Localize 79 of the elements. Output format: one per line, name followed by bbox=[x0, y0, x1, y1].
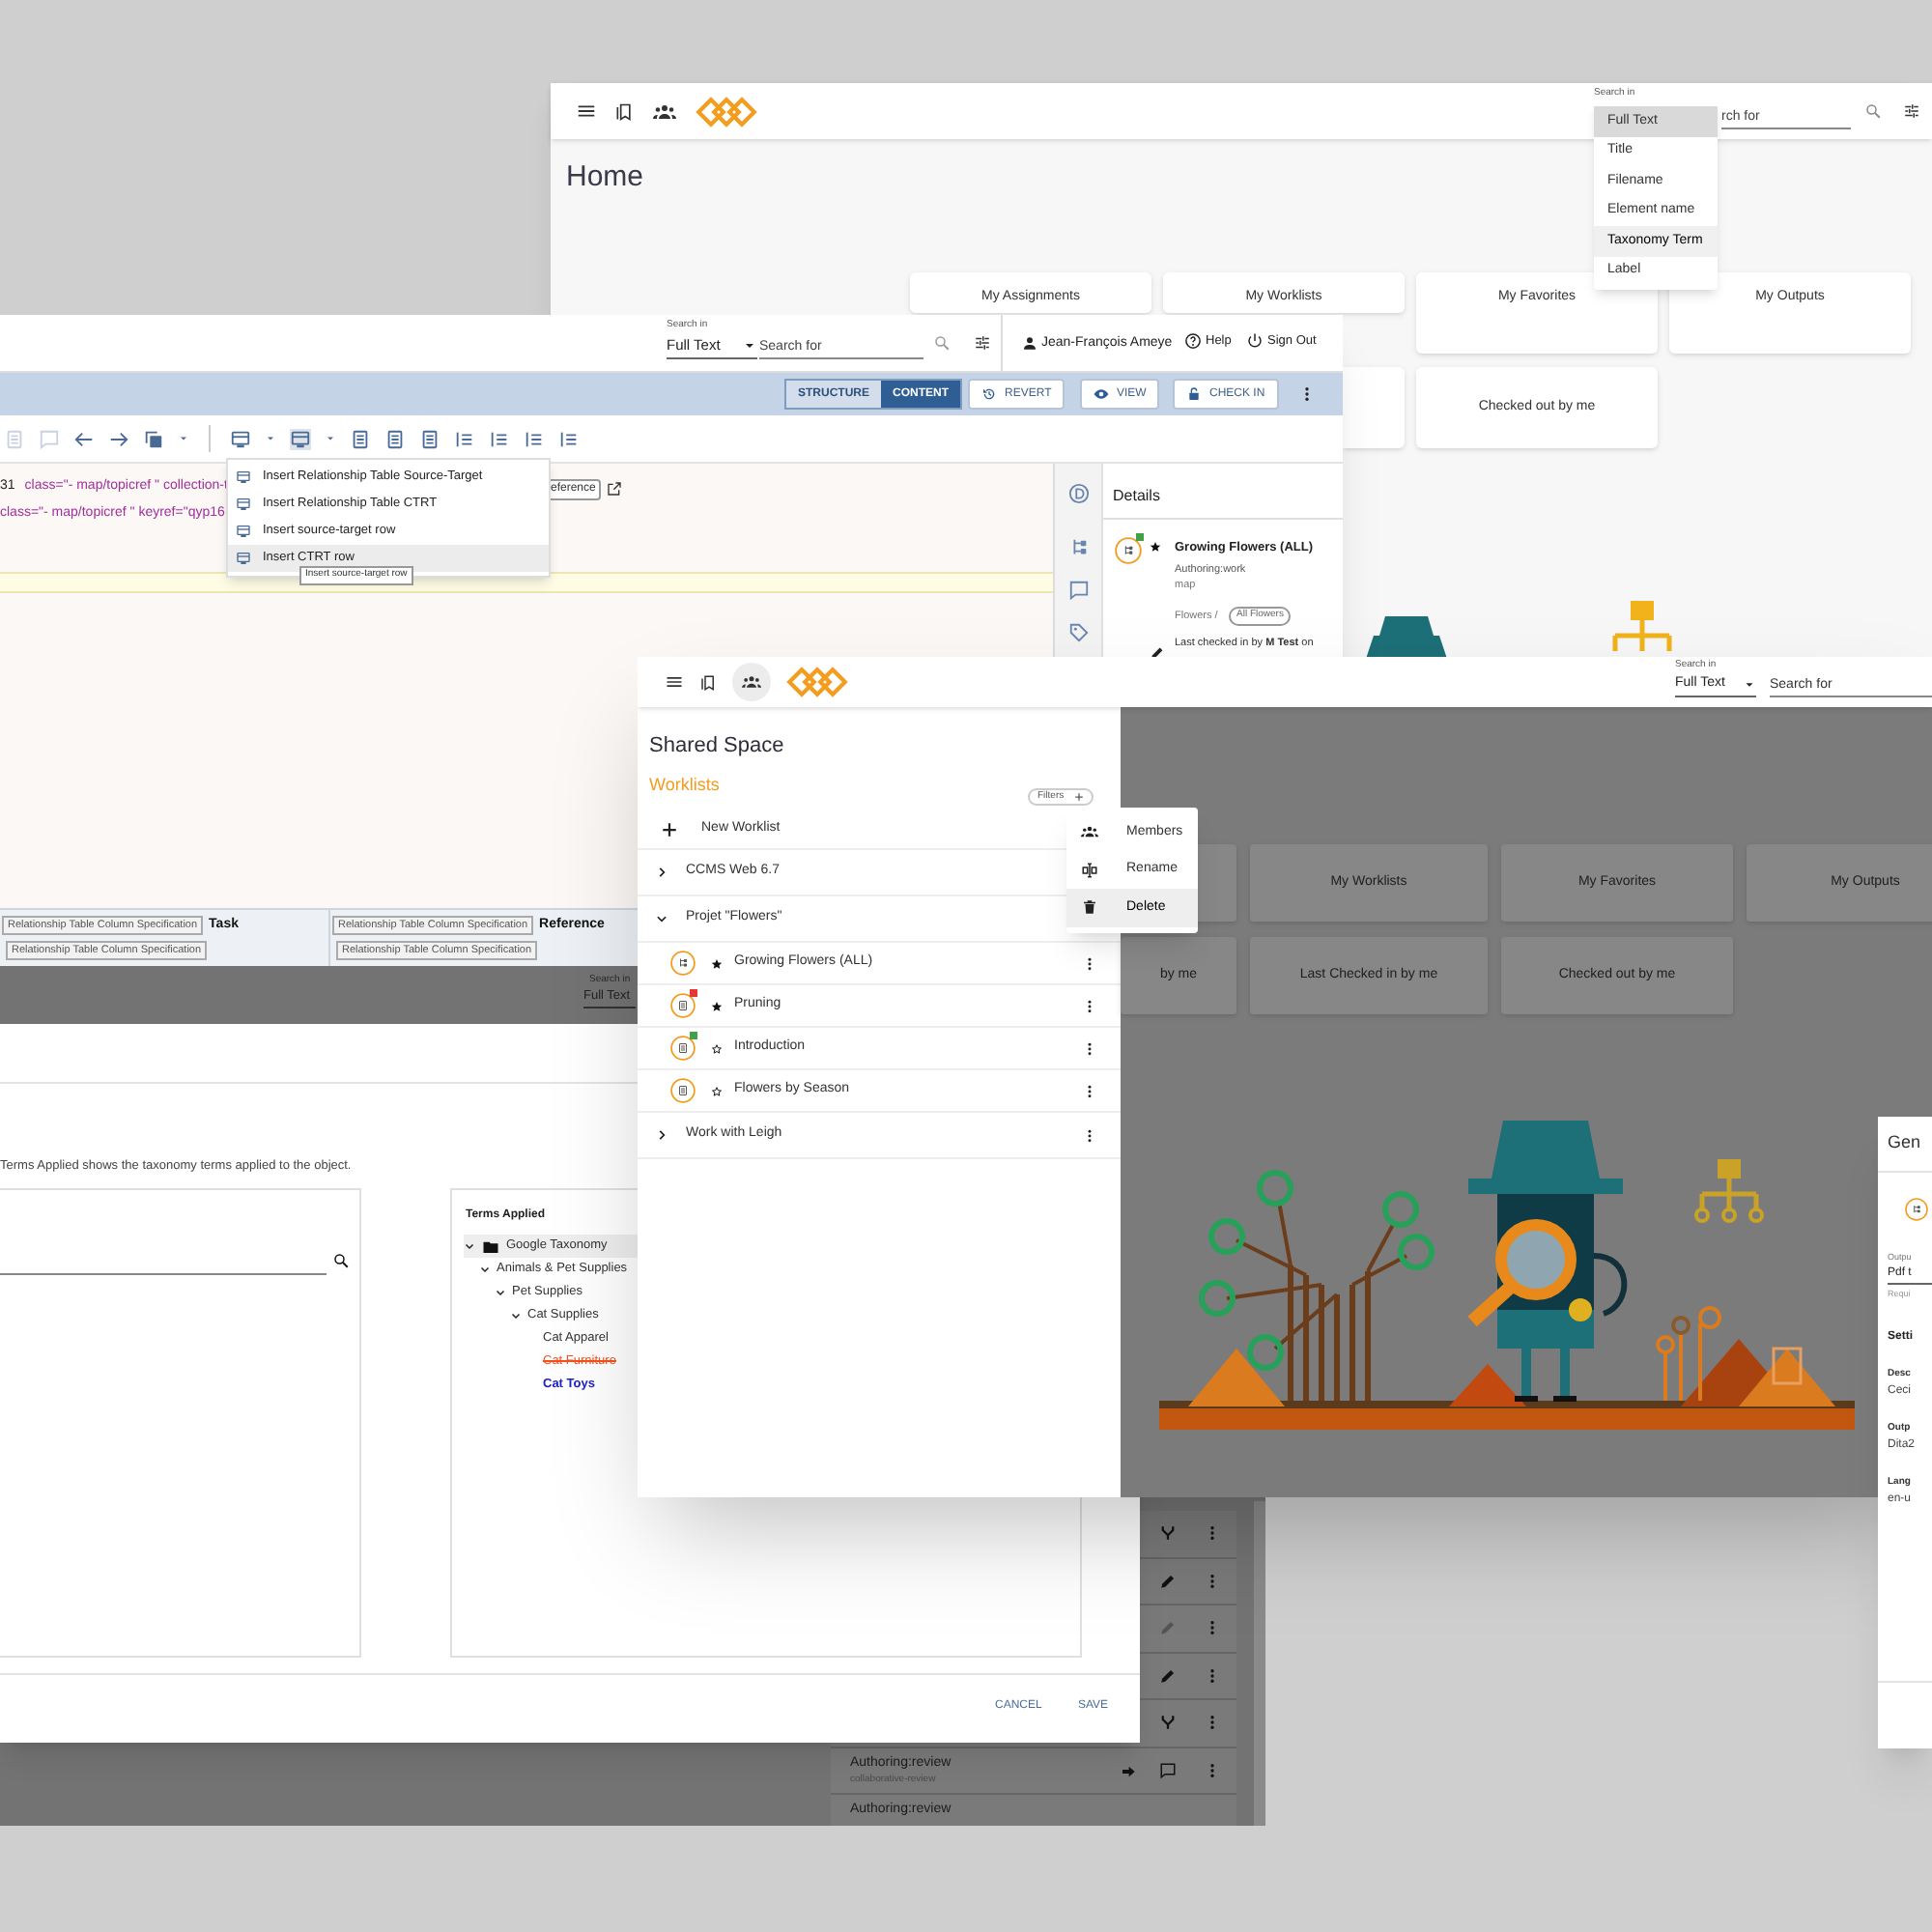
page-title: Home bbox=[566, 158, 644, 197]
bookmark-icon[interactable] bbox=[699, 673, 717, 691]
table-row-icon bbox=[236, 497, 251, 512]
arrow-left-icon[interactable] bbox=[73, 428, 95, 449]
help-icon bbox=[1184, 332, 1202, 351]
org-chart-icon bbox=[1690, 1159, 1768, 1223]
chevron-icon[interactable] bbox=[464, 1240, 475, 1252]
column-insert-icon[interactable] bbox=[454, 428, 475, 449]
logo-icon bbox=[696, 96, 757, 127]
plus-icon bbox=[1073, 792, 1084, 802]
document-icon bbox=[670, 1078, 696, 1103]
chevron-icon[interactable] bbox=[510, 1310, 522, 1321]
map-icon bbox=[670, 951, 696, 976]
document-icon bbox=[670, 993, 696, 1018]
panel-title: Details bbox=[1113, 485, 1160, 508]
rename-icon bbox=[1080, 861, 1099, 879]
lock-icon bbox=[1186, 386, 1202, 402]
column-insert-icon[interactable] bbox=[524, 428, 545, 449]
table-icon[interactable] bbox=[290, 428, 311, 449]
menu-icon[interactable] bbox=[665, 672, 684, 692]
table-row-icon bbox=[236, 524, 251, 539]
caret-icon[interactable] bbox=[265, 433, 276, 444]
user-icon bbox=[1022, 334, 1037, 352]
search-icon[interactable] bbox=[332, 1252, 350, 1269]
settings-sliders-icon[interactable] bbox=[974, 334, 991, 352]
trash-icon bbox=[1080, 898, 1099, 917]
caret-icon[interactable] bbox=[178, 433, 189, 444]
document-icon[interactable] bbox=[419, 428, 440, 449]
people-icon bbox=[740, 672, 763, 692]
caret-icon bbox=[1743, 678, 1756, 692]
people-icon bbox=[1080, 823, 1099, 841]
star-icon[interactable] bbox=[1150, 541, 1161, 553]
caret-icon bbox=[742, 338, 757, 354]
chevron-icon[interactable] bbox=[655, 1128, 668, 1142]
panel-title: Shared Space bbox=[649, 732, 784, 761]
table-row-icon bbox=[236, 469, 251, 485]
branch-icon[interactable] bbox=[1159, 1714, 1177, 1731]
table-icon[interactable] bbox=[230, 428, 251, 449]
logo-icon bbox=[786, 667, 848, 697]
people-icon[interactable] bbox=[651, 99, 678, 123]
details-icon[interactable] bbox=[1068, 483, 1090, 504]
star-icon[interactable] bbox=[711, 957, 723, 969]
external-link-icon[interactable] bbox=[607, 481, 622, 497]
settings-sliders-icon[interactable] bbox=[1903, 102, 1920, 120]
hierarchy-icon[interactable] bbox=[1068, 537, 1090, 558]
people-nav-button[interactable] bbox=[732, 663, 771, 701]
plus-icon bbox=[661, 821, 678, 838]
tag-icon[interactable] bbox=[1068, 622, 1090, 643]
chevron-icon[interactable] bbox=[495, 1287, 506, 1298]
column-insert-icon[interactable] bbox=[558, 428, 580, 449]
copy-icon[interactable] bbox=[143, 428, 164, 449]
folder-icon bbox=[481, 1237, 500, 1255]
eye-icon bbox=[1094, 386, 1109, 402]
arrow-right-icon[interactable] bbox=[108, 428, 129, 449]
map-icon bbox=[1115, 537, 1142, 564]
column-insert-icon[interactable] bbox=[489, 428, 510, 449]
hat-drawing bbox=[1362, 616, 1451, 663]
panel-title: Gen bbox=[1888, 1130, 1921, 1155]
star-icon[interactable] bbox=[711, 1000, 723, 1011]
document-icon[interactable] bbox=[384, 428, 406, 449]
chevron-icon[interactable] bbox=[655, 866, 668, 879]
section-title: Worklists bbox=[649, 773, 720, 798]
document-icon bbox=[670, 1036, 696, 1061]
table-row-icon bbox=[236, 551, 251, 566]
caret-icon[interactable] bbox=[325, 433, 336, 444]
bookmark-icon[interactable] bbox=[614, 101, 634, 121]
tile-card[interactable] bbox=[1343, 367, 1405, 448]
comment-icon[interactable] bbox=[1159, 1761, 1177, 1778]
arrow-right-icon[interactable] bbox=[1121, 1763, 1136, 1778]
power-icon bbox=[1246, 332, 1264, 351]
comment-icon[interactable] bbox=[1068, 580, 1090, 601]
chevron-icon[interactable] bbox=[479, 1264, 491, 1275]
document-icon[interactable] bbox=[350, 428, 371, 449]
star-icon[interactable] bbox=[711, 1042, 723, 1054]
revert-icon bbox=[981, 386, 997, 402]
menu-icon[interactable] bbox=[576, 100, 597, 122]
chevron-icon[interactable] bbox=[655, 912, 668, 925]
branch-icon[interactable] bbox=[1159, 1524, 1177, 1542]
star-icon[interactable] bbox=[711, 1085, 723, 1096]
